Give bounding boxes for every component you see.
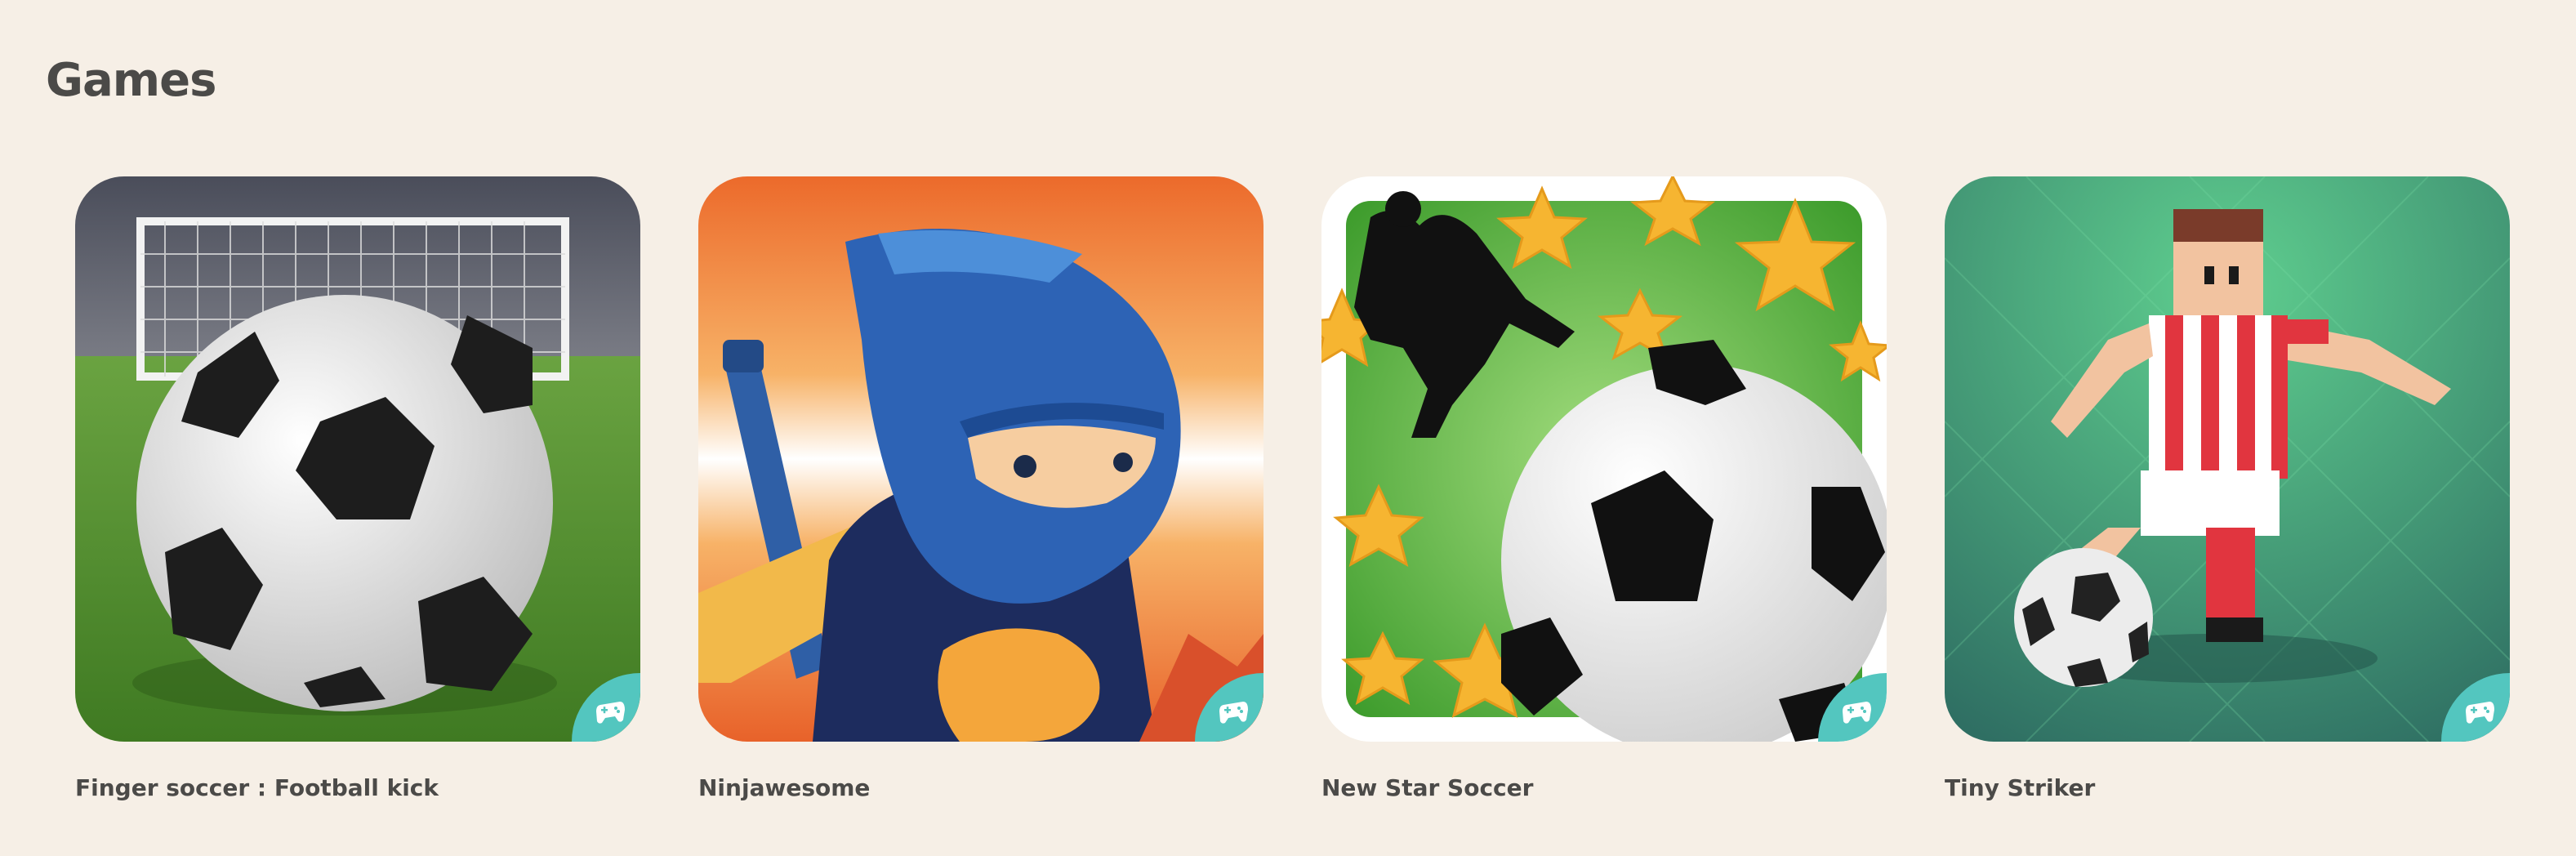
game-thumbnail[interactable] bbox=[698, 176, 1263, 742]
gamepad-icon bbox=[2466, 702, 2494, 724]
game-thumbnail[interactable] bbox=[75, 176, 640, 742]
game-art-new-star-soccer bbox=[1321, 176, 1887, 742]
game-card-new-star-soccer[interactable]: New Star Soccer bbox=[1321, 176, 1887, 801]
gamepad-icon bbox=[1843, 702, 1871, 724]
game-title[interactable]: Tiny Striker bbox=[1945, 774, 2510, 801]
game-card-ninjawesome[interactable]: Ninjawesome bbox=[698, 176, 1263, 801]
game-art-ninjawesome bbox=[698, 176, 1263, 742]
game-title[interactable]: New Star Soccer bbox=[1321, 774, 1887, 801]
game-card-tiny-striker[interactable]: Tiny Striker bbox=[1945, 176, 2510, 801]
game-title[interactable]: Finger soccer : Football kick bbox=[75, 774, 640, 801]
game-art-finger-soccer bbox=[75, 176, 640, 742]
game-thumbnail[interactable] bbox=[1321, 176, 1887, 742]
game-thumbnail[interactable] bbox=[1945, 176, 2510, 742]
gamepad-icon bbox=[596, 702, 625, 724]
game-title[interactable]: Ninjawesome bbox=[698, 774, 1263, 801]
section-title: Games bbox=[46, 54, 216, 107]
gamepad-icon bbox=[1219, 702, 1248, 724]
game-card-finger-soccer[interactable]: Finger soccer : Football kick bbox=[75, 176, 640, 801]
game-art-tiny-striker bbox=[1945, 176, 2510, 742]
